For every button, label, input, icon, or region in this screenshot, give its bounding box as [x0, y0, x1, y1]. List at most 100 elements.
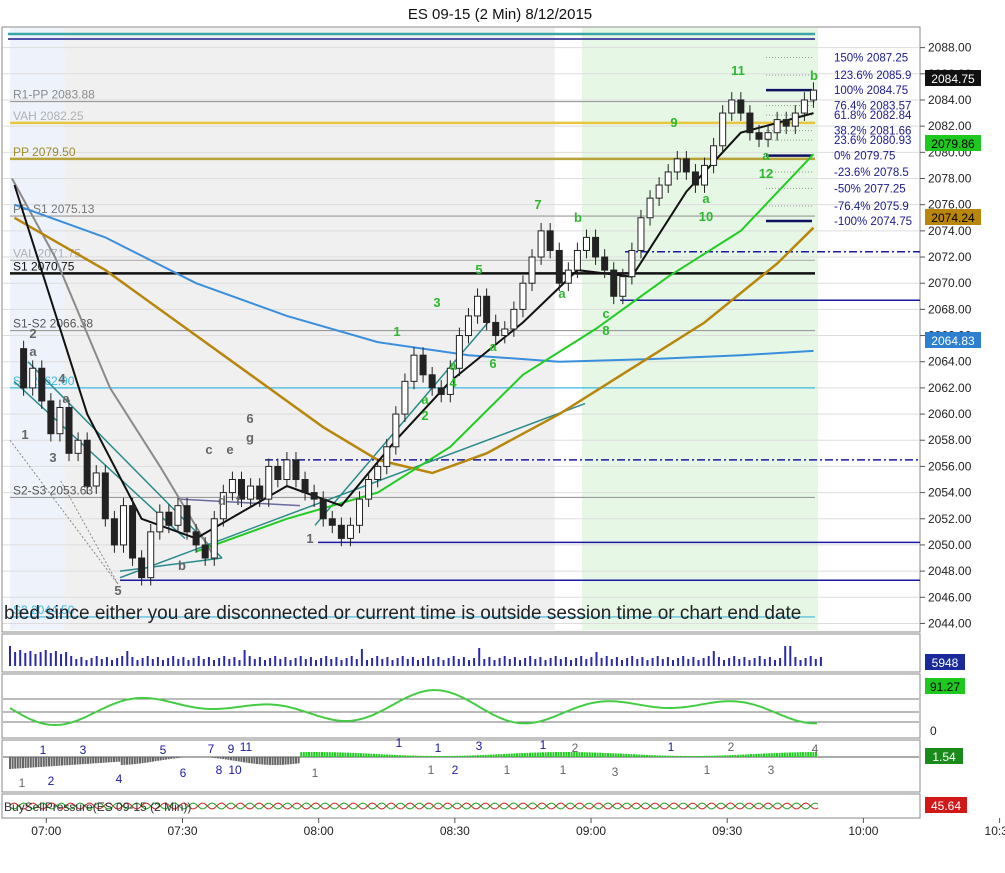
- x-tick-label: 08:30: [440, 824, 470, 838]
- wave-osc-badge: 1.54: [925, 748, 963, 764]
- wave-osc-label: 11: [240, 740, 253, 754]
- wave-label: a: [558, 286, 566, 301]
- candle-down: [419, 354, 427, 376]
- wave-label: 10: [699, 209, 713, 224]
- time-axis: 07:00 07:30 08:00 08:30 09:00 09:30 10:00 10:30…: [31, 818, 1005, 838]
- x-tick-label: 09:30: [712, 824, 742, 838]
- candle-up: [809, 89, 817, 101]
- wave-label: 8: [602, 323, 609, 338]
- candle-up: [92, 472, 100, 487]
- candle-down: [437, 387, 445, 395]
- candle-up: [210, 518, 218, 559]
- candle-down: [746, 112, 754, 134]
- wave-osc-label: 2: [728, 740, 735, 754]
- level-label-r1-pp: R1-PP 2083.88: [13, 88, 95, 102]
- level-label-val: VAL 2071.75: [13, 246, 81, 260]
- wave-osc-label: 3: [768, 763, 775, 777]
- wave-osc-label: 5: [160, 743, 167, 757]
- candle-down: [428, 374, 436, 389]
- candle-up: [637, 217, 645, 251]
- x-tick-label: 07:30: [167, 824, 197, 838]
- fib-label: -76.4% 2075.9: [834, 201, 909, 213]
- oscillator-badge: 91.27 0: [925, 678, 965, 738]
- wave-label: c: [602, 306, 609, 321]
- candle-up: [573, 249, 581, 271]
- wave-label: 1: [21, 427, 28, 442]
- wave-label: g: [246, 430, 254, 445]
- wave-osc-label: 3: [612, 765, 619, 779]
- wave-label: 6: [489, 356, 496, 371]
- candle-down: [20, 348, 28, 389]
- wave-label: 7: [534, 197, 541, 212]
- wave-label: e: [226, 442, 233, 457]
- candle-up: [156, 511, 164, 533]
- wave-osc-label: 4: [812, 742, 819, 756]
- candle-up: [464, 315, 472, 337]
- wave-osc-label: 1: [504, 763, 511, 777]
- wave-osc-label: 7: [208, 742, 215, 756]
- wave-label: a: [762, 148, 770, 163]
- session-band-2: [581, 28, 818, 630]
- wave-osc-label: 1: [312, 766, 319, 780]
- y-tick-label: 2052.00: [928, 512, 972, 526]
- wave-label: 5: [475, 262, 482, 277]
- x-tick-label: 07:00: [31, 824, 61, 838]
- wave-label: a: [449, 358, 457, 373]
- candle-up: [773, 119, 781, 134]
- y-tick-label: 2078.00: [928, 172, 972, 186]
- candle-down: [337, 524, 345, 539]
- candle-up: [455, 335, 463, 369]
- wave-osc-label: 10: [228, 763, 242, 777]
- candle-up: [356, 498, 364, 526]
- candle-up: [519, 282, 527, 310]
- y-tick-label: 2050.00: [928, 538, 972, 552]
- candle-down: [301, 479, 309, 494]
- candle-up: [501, 328, 509, 337]
- wave-label: 1: [306, 531, 313, 546]
- candle-up: [673, 158, 681, 173]
- y-tick-label: 2082.00: [928, 119, 972, 133]
- ema-fast-badge: 2079.86: [925, 135, 981, 151]
- volume-badge: 5948: [925, 654, 965, 670]
- candle-up: [365, 479, 373, 500]
- candle-up: [537, 230, 545, 258]
- bsp-badge-text: 45.64: [931, 799, 961, 813]
- wave-osc-panel: [1, 739, 921, 793]
- fib-label: 61.8% 2082.84: [834, 110, 912, 122]
- wave-label: 5: [114, 583, 121, 598]
- fib-label: -23.6% 2078.5: [834, 167, 909, 179]
- candle-up: [74, 439, 82, 454]
- candle-up: [410, 354, 418, 382]
- bsp-badge: 45.64: [925, 797, 967, 813]
- fib-label: 150% 2087.25: [834, 52, 908, 64]
- wave-osc-label: 4: [116, 772, 123, 786]
- wave-label: f: [236, 493, 241, 508]
- y-tick-label: 2056.00: [928, 459, 972, 473]
- oscillator-panel: [1, 673, 921, 739]
- wave-osc-label: 1: [396, 736, 403, 750]
- candle-down: [782, 119, 790, 127]
- wave-label: 9: [670, 115, 677, 130]
- wave-label: 3: [433, 295, 440, 310]
- wave-osc-label: 1: [40, 743, 47, 757]
- price-badge-text: 2084.75: [931, 72, 975, 86]
- volume-badge-text: 5948: [932, 656, 959, 670]
- y-tick-label: 2060.00: [928, 407, 972, 421]
- candle-up: [56, 407, 64, 435]
- candle-down: [201, 544, 209, 559]
- candle-down: [755, 132, 763, 140]
- candle-down: [592, 236, 600, 258]
- wave-osc-label: 3: [476, 739, 483, 753]
- wave-label: a: [62, 391, 70, 406]
- candle-up: [664, 171, 672, 186]
- ema-slow-badge: 2074.24: [925, 209, 981, 225]
- wave-osc-label: 9: [228, 742, 235, 756]
- candle-down: [129, 505, 137, 559]
- y-tick-label: 2044.00: [928, 616, 972, 630]
- ema-slow-badge-text: 2074.24: [931, 211, 975, 225]
- wave-label: a: [421, 392, 429, 407]
- candle-down: [292, 459, 300, 481]
- y-tick-label: 2058.00: [928, 433, 972, 447]
- y-tick-label: 2062.00: [928, 381, 972, 395]
- candle-down: [483, 295, 491, 323]
